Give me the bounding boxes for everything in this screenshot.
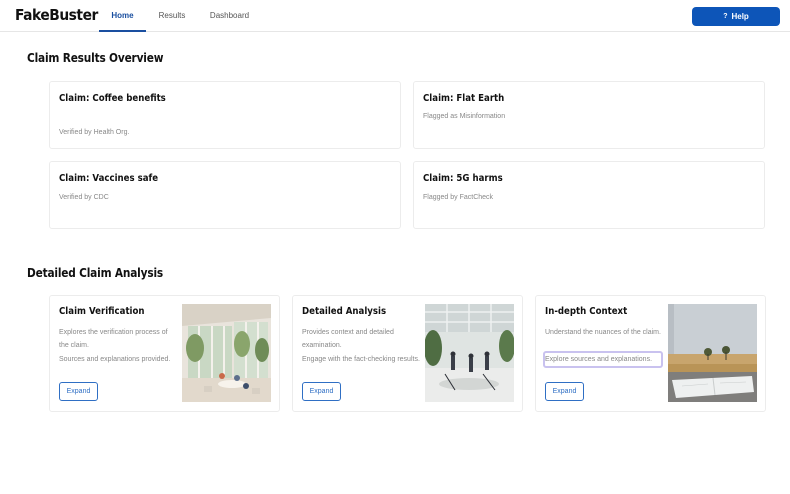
claim-card-coffee[interactable]: Claim: Coffee benefits Verified by Healt… xyxy=(49,81,401,149)
analysis-card-desc: Explores the verification process of the… xyxy=(59,329,168,349)
overview-section-title: Claim Results Overview xyxy=(27,51,164,65)
claim-card-status: Verified by CDC xyxy=(59,194,109,201)
analysis-card-title: In-depth Context xyxy=(545,306,628,317)
claim-card-status: Flagged as Misinformation xyxy=(423,113,506,120)
help-button[interactable]: ? Help xyxy=(692,7,780,26)
analysis-card-context: In-depth Context Understand the nuances … xyxy=(535,295,766,412)
tab-results[interactable]: Results xyxy=(150,0,194,32)
analysis-card-title: Claim Verification xyxy=(59,306,145,317)
analysis-card-detailed: Detailed Analysis Provides context and d… xyxy=(292,295,523,412)
claim-card-5g[interactable]: Claim: 5G harms Flagged by FactCheck xyxy=(413,161,765,229)
claim-card-title: Claim: Vaccines safe xyxy=(59,173,159,184)
atrium-meeting-photo xyxy=(425,304,514,402)
brand-logo[interactable]: FakeBuster xyxy=(15,6,98,24)
help-icon: ? xyxy=(723,13,728,20)
claim-card-vaccines[interactable]: Claim: Vaccines safe Verified by CDC xyxy=(49,161,401,229)
analysis-card-desc: Provides context and detailed examinatio… xyxy=(302,329,394,349)
analysis-card-title: Detailed Analysis xyxy=(302,306,387,317)
tab-home[interactable]: Home xyxy=(99,0,146,32)
claim-card-flat-earth[interactable]: Claim: Flat Earth Flagged as Misinformat… xyxy=(413,81,765,149)
expand-button[interactable]: Expand xyxy=(59,382,98,401)
landscape-book-photo xyxy=(668,304,757,402)
claim-card-status: Verified by Health Org. xyxy=(59,129,130,136)
claim-card-title: Claim: 5G harms xyxy=(423,173,503,184)
claim-card-title: Claim: Coffee benefits xyxy=(59,93,166,104)
top-navbar: FakeBuster Home Results Dashboard ? Help xyxy=(0,0,790,32)
help-label: Help xyxy=(731,12,749,21)
analysis-card-note: Sources and explanations provided. xyxy=(59,356,171,363)
claim-card-title: Claim: Flat Earth xyxy=(423,93,505,104)
analysis-card-desc: Understand the nuances of the claim. xyxy=(545,329,661,336)
expand-button[interactable]: Expand xyxy=(545,382,584,401)
analysis-section-title: Detailed Claim Analysis xyxy=(27,266,164,280)
claim-card-status: Flagged by FactCheck xyxy=(423,194,494,201)
analysis-card-note: Engage with the fact-checking results. xyxy=(302,356,420,363)
expand-button[interactable]: Expand xyxy=(302,382,341,401)
tab-dashboard[interactable]: Dashboard xyxy=(202,0,257,32)
analysis-card-note: Explore sources and explanations. xyxy=(543,351,663,368)
office-interior-photo xyxy=(182,304,271,402)
analysis-card-verification: Claim Verification Explores the verifica… xyxy=(49,295,280,412)
